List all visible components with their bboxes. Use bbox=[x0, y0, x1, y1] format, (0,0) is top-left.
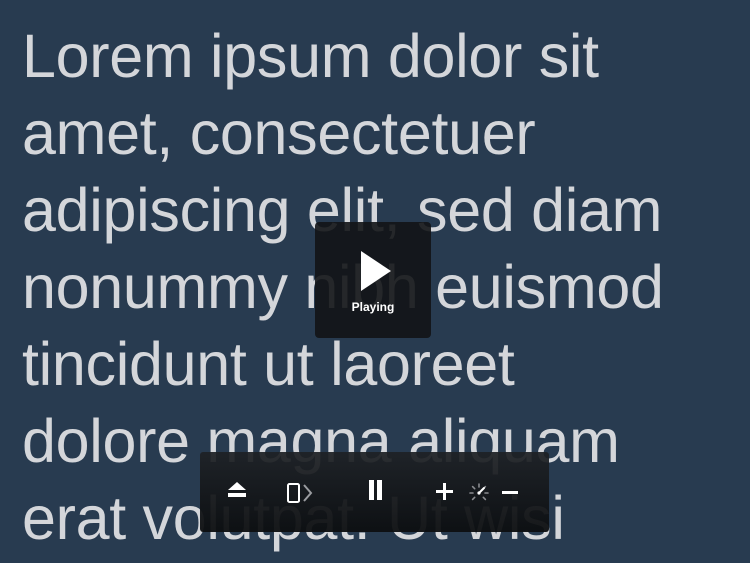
device-arrow-button[interactable] bbox=[286, 482, 318, 506]
speed-icon bbox=[469, 483, 489, 501]
play-icon bbox=[361, 251, 391, 291]
playback-status-label: Playing bbox=[351, 300, 395, 314]
increase-speed-button[interactable] bbox=[436, 483, 454, 501]
pause-icon bbox=[369, 480, 374, 500]
minus-icon bbox=[502, 491, 518, 494]
decrease-speed-button[interactable] bbox=[502, 483, 520, 501]
eject-button[interactable] bbox=[226, 482, 248, 502]
playback-status-overlay: Playing bbox=[315, 222, 431, 338]
playback-toolbar bbox=[200, 452, 549, 532]
device-arrow-icon bbox=[287, 483, 313, 503]
eject-icon bbox=[228, 482, 246, 490]
pause-button[interactable] bbox=[366, 480, 384, 504]
